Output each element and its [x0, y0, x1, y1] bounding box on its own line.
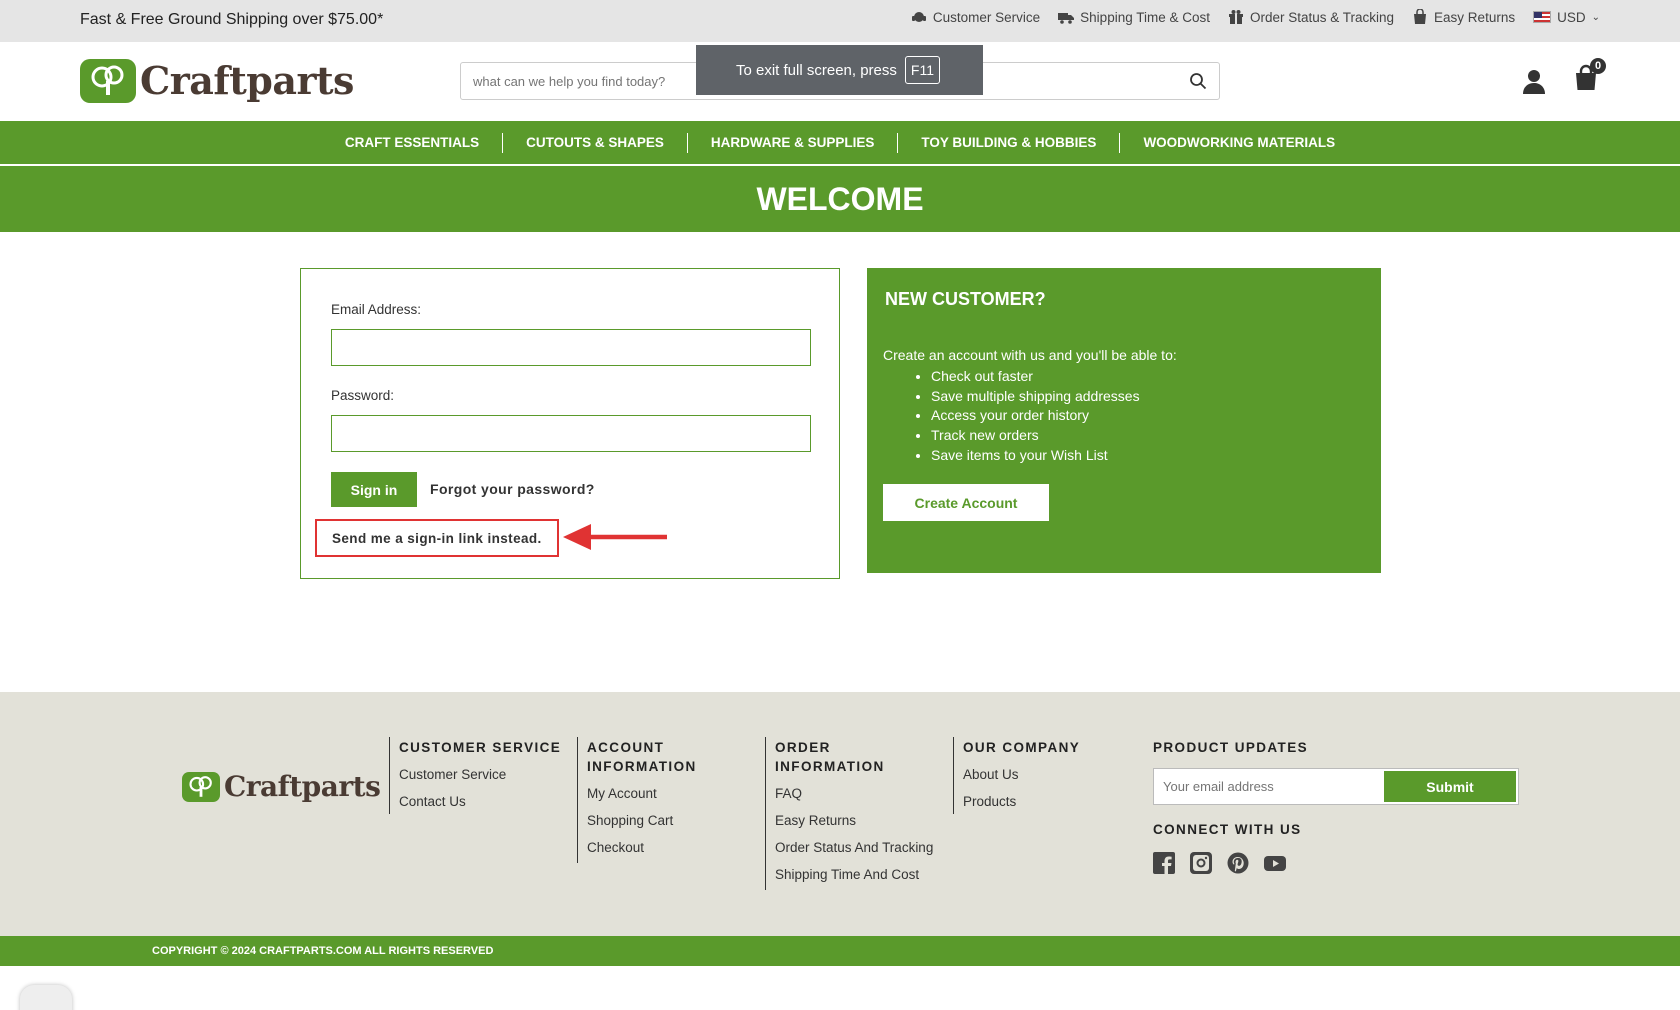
new-customer-panel: NEW CUSTOMER? Create an account with us …	[867, 268, 1381, 573]
currency-label: USD	[1557, 9, 1586, 25]
footer-col-title: ACCOUNT INFORMATION	[587, 740, 697, 774]
nav-cutouts-shapes[interactable]: CUTOUTS & SHAPES	[503, 132, 688, 153]
fullscreen-toast-text: To exit full screen, press	[736, 61, 897, 79]
footer-link-faq[interactable]: FAQ	[775, 780, 935, 807]
top-bar: Fast & Free Ground Shipping over $75.00*…	[0, 0, 1680, 42]
nav-hardware-supplies[interactable]: HARDWARE & SUPPLIES	[688, 132, 899, 153]
page-title: WELCOME	[0, 166, 1680, 232]
us-flag-icon	[1533, 11, 1552, 23]
footer-col-title: CUSTOMER SERVICE	[399, 740, 562, 755]
footer-link-easy-returns[interactable]: Easy Returns	[775, 807, 935, 834]
social-links	[1153, 852, 1286, 874]
customer-service-label: Customer Service	[932, 9, 1041, 25]
product-updates-title: PRODUCT UPDATES	[1153, 740, 1309, 755]
order-status-link[interactable]: Order Status & Tracking	[1228, 9, 1394, 25]
sign-in-link-button[interactable]: Send me a sign-in link instead.	[315, 519, 559, 557]
shipping-promo: Fast & Free Ground Shipping over $75.00*	[80, 11, 384, 28]
footer-col-our-company: OUR COMPANY About Us Products	[953, 737, 1080, 814]
newsletter-submit-button[interactable]: Submit	[1384, 771, 1516, 802]
site-footer: Craftparts CUSTOMER SERVICE Customer Ser…	[0, 692, 1680, 936]
logo-wordmark: Craftparts	[140, 58, 354, 103]
top-links: Customer Service Shipping Time & Cost Or…	[911, 9, 1600, 25]
annotation-arrow-icon	[563, 524, 667, 550]
footer-col-title: OUR COMPANY	[963, 740, 1081, 755]
footer-link-my-account[interactable]: My Account	[587, 780, 742, 807]
password-field[interactable]	[331, 415, 811, 452]
footer-link-about-us[interactable]: About Us	[963, 761, 1080, 788]
sign-in-button[interactable]: Sign in	[331, 472, 417, 507]
instagram-icon[interactable]	[1190, 852, 1212, 874]
headset-icon	[911, 12, 926, 22]
fullscreen-key: F11	[904, 56, 940, 84]
newsletter-form: Submit	[1153, 768, 1519, 805]
chat-widget-icon[interactable]	[20, 985, 72, 1010]
email-field[interactable]	[331, 329, 811, 366]
footer-col-customer-service: CUSTOMER SERVICE Customer Service Contac…	[389, 737, 561, 814]
footer-link-shipping-time[interactable]: Shipping Time And Cost	[775, 861, 935, 888]
newsletter-email-input[interactable]	[1154, 769, 1384, 804]
currency-selector[interactable]: USD ⌄	[1533, 10, 1600, 25]
tree-logo-icon	[80, 58, 136, 103]
footer-link-shopping-cart[interactable]: Shopping Cart	[587, 807, 742, 834]
new-customer-intro: Create an account with us and you'll be …	[883, 347, 1177, 363]
shipping-time-label: Shipping Time & Cost	[1080, 9, 1210, 25]
nav-toy-building-hobbies[interactable]: TOY BUILDING & HOBBIES	[898, 132, 1121, 153]
product-updates: PRODUCT UPDATES Submit CONNECT WITH US	[1153, 737, 1519, 874]
cart-count-badge: 0	[1590, 58, 1606, 74]
search-icon[interactable]	[1189, 72, 1207, 90]
new-customer-title: NEW CUSTOMER?	[885, 289, 1046, 309]
create-account-button[interactable]: Create Account	[883, 484, 1049, 521]
main-nav: CRAFT ESSENTIALS CUTOUTS & SHAPES HARDWA…	[0, 121, 1680, 165]
list-item: Track new orders	[931, 426, 1140, 446]
copyright-bar: COPYRIGHT © 2024 CRAFTPARTS.COM ALL RIGH…	[0, 936, 1680, 966]
easy-returns-link[interactable]: Easy Returns	[1412, 9, 1515, 25]
nav-woodworking-materials[interactable]: WOODWORKING MATERIALS	[1120, 133, 1358, 153]
list-item: Save multiple shipping addresses	[931, 387, 1140, 407]
nav-craft-essentials[interactable]: CRAFT ESSENTIALS	[322, 132, 504, 153]
footer-col-title: ORDER INFORMATION	[775, 740, 885, 774]
connect-title: CONNECT WITH US	[1153, 822, 1302, 837]
email-label: Email Address:	[331, 302, 422, 317]
truck-icon	[1058, 13, 1075, 24]
footer-link-contact-us[interactable]: Contact Us	[399, 788, 561, 815]
footer-link-checkout[interactable]: Checkout	[587, 834, 742, 861]
shipping-time-link[interactable]: Shipping Time & Cost	[1058, 9, 1210, 25]
account-icon[interactable]	[1520, 67, 1548, 95]
tree-logo-icon	[182, 771, 220, 802]
list-item: Check out faster	[931, 367, 1140, 387]
footer-col-order-information: ORDER INFORMATION FAQ Easy Returns Order…	[765, 737, 935, 890]
chevron-down-icon: ⌄	[1591, 11, 1600, 23]
site-logo[interactable]: Craftparts	[80, 58, 354, 103]
list-item: Access your order history	[931, 406, 1140, 426]
benefits-list: Check out faster Save multiple shipping …	[931, 367, 1140, 466]
forgot-password-link[interactable]: Forgot your password?	[430, 481, 595, 497]
facebook-icon[interactable]	[1153, 852, 1175, 874]
header-icons: 0	[1520, 58, 1606, 97]
footer-col-account-information: ACCOUNT INFORMATION My Account Shopping …	[577, 737, 742, 863]
footer-link-products[interactable]: Products	[963, 788, 1080, 815]
footer-link-customer-service[interactable]: Customer Service	[399, 761, 561, 788]
easy-returns-label: Easy Returns	[1434, 9, 1516, 25]
fullscreen-toast: To exit full screen, press F11	[696, 45, 983, 95]
footer-link-order-status[interactable]: Order Status And Tracking	[775, 834, 935, 861]
youtube-icon[interactable]	[1264, 852, 1286, 874]
logo-wordmark: Craftparts	[224, 770, 381, 803]
password-label: Password:	[331, 388, 395, 403]
return-bag-icon	[1414, 9, 1427, 24]
footer-logo[interactable]: Craftparts	[182, 770, 381, 803]
list-item: Save items to your Wish List	[931, 446, 1140, 466]
customer-service-link[interactable]: Customer Service	[911, 9, 1040, 25]
order-status-label: Order Status & Tracking	[1249, 9, 1395, 25]
cart-button[interactable]: 0	[1572, 58, 1606, 97]
gift-icon	[1228, 10, 1243, 24]
pinterest-icon[interactable]	[1227, 852, 1249, 874]
